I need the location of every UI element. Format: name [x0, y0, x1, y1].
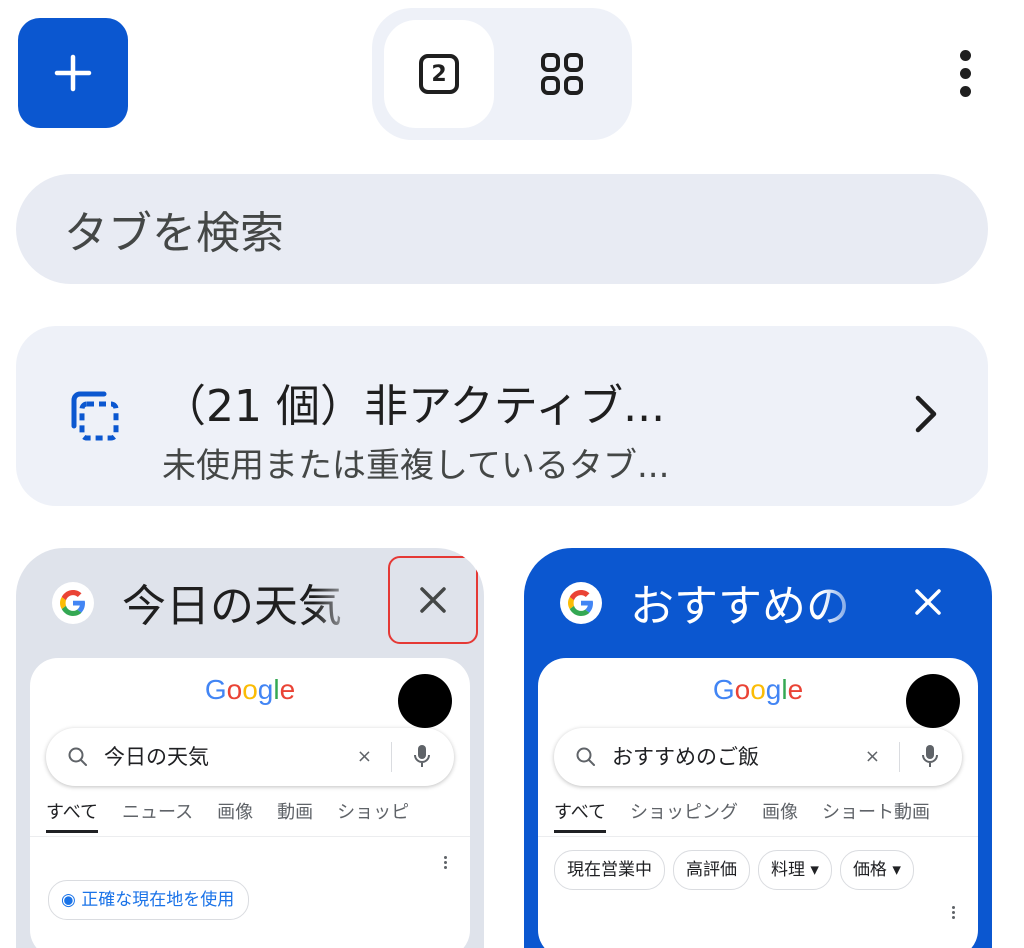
filter-chip: 価格 ▾	[839, 850, 914, 890]
more-icon	[952, 904, 956, 921]
tab-card-selected[interactable]: おすすめの Google おすすめのご飯 × すべて ショッピング 画像 ショート動画	[524, 548, 992, 948]
inactive-tabs-subtitle: 未使用または重複しているタブ...	[162, 446, 670, 486]
nav-item: ショッピ	[337, 802, 410, 823]
divider	[538, 836, 978, 837]
nav-item: ショッピング	[630, 802, 739, 823]
filter-chip: 現在営業中	[554, 850, 665, 890]
google-favicon	[52, 582, 94, 624]
plus-icon	[54, 54, 92, 92]
tabs-view-toggle[interactable]: 2	[384, 20, 494, 128]
kebab-dot	[959, 85, 971, 97]
divider	[391, 742, 392, 772]
tab-preview: Google おすすめのご飯 × すべて ショッピング 画像 ショート動画 現在営業中…	[538, 658, 978, 948]
mic-icon	[922, 745, 938, 767]
divider	[899, 742, 900, 772]
close-icon	[420, 587, 446, 613]
filter-chip: 高評価	[673, 850, 750, 890]
clear-icon: ×	[356, 746, 372, 767]
grid-icon	[541, 53, 583, 95]
mic-icon	[414, 745, 430, 767]
nav-item: すべて	[554, 798, 607, 833]
search-placeholder: タブを検索	[64, 208, 284, 259]
more-options-button[interactable]	[940, 38, 990, 108]
filter-chips: 現在営業中 高評価 料理 ▾ 価格 ▾	[554, 850, 922, 890]
tab-search-field[interactable]: タブを検索	[16, 174, 988, 284]
new-tab-button[interactable]	[18, 18, 128, 128]
tab-groups-toggle[interactable]	[507, 20, 617, 128]
close-tab-button[interactable]	[388, 556, 478, 644]
kebab-dot	[959, 67, 971, 79]
inactive-tabs-card[interactable]: （21 個）非アクティブ... 未使用または重複しているタブ...	[16, 326, 988, 506]
nav-item: 画像	[762, 802, 799, 823]
preview-query: おすすめのご飯	[612, 745, 759, 769]
kebab-dot	[959, 49, 971, 61]
preview-search-box: おすすめのご飯 ×	[554, 728, 962, 786]
inactive-tabs-title: （21 個）非アクティブ...	[162, 381, 666, 432]
nav-item: すべて	[46, 798, 99, 833]
location-chip: ◉ 正確な現在地を使用	[48, 880, 250, 920]
clear-icon: ×	[864, 746, 880, 767]
tab-preview: Google 今日の天気 × すべて ニュース 画像 動画 ショッピ ◉ 正確な現在地を…	[30, 658, 470, 948]
nav-item: 画像	[217, 802, 254, 823]
avatar	[906, 674, 960, 728]
nav-item: 動画	[277, 802, 314, 823]
tab-count-icon: 2	[419, 54, 459, 94]
tab-title: おすすめの	[630, 581, 850, 632]
preview-query: 今日の天気	[104, 745, 209, 769]
close-icon	[915, 589, 941, 615]
google-favicon	[560, 582, 602, 624]
inactive-tabs-icon	[71, 391, 119, 441]
nav-item: ショート動画	[822, 802, 931, 823]
more-icon	[444, 854, 448, 871]
chevron-right-icon	[915, 395, 937, 433]
close-tab-button[interactable]	[896, 570, 960, 634]
avatar	[398, 674, 452, 728]
location-chip-label: 正確な現在地を使用	[81, 890, 235, 910]
search-icon	[68, 747, 87, 766]
location-icon: ◉	[61, 890, 76, 910]
preview-search-box: 今日の天気 ×	[46, 728, 454, 786]
tab-card[interactable]: 今日の天気 Google 今日の天気 × すべてニュース画像動画ショッピ	[16, 548, 484, 948]
divider	[30, 836, 470, 837]
filter-chip: 料理 ▾	[758, 850, 832, 890]
tab-count: 2	[431, 61, 447, 87]
tab-group-switcher: 2	[372, 8, 632, 140]
nav-item: ニュース	[122, 802, 194, 823]
tab-title: 今日の天気	[122, 581, 342, 632]
search-icon	[576, 747, 595, 766]
